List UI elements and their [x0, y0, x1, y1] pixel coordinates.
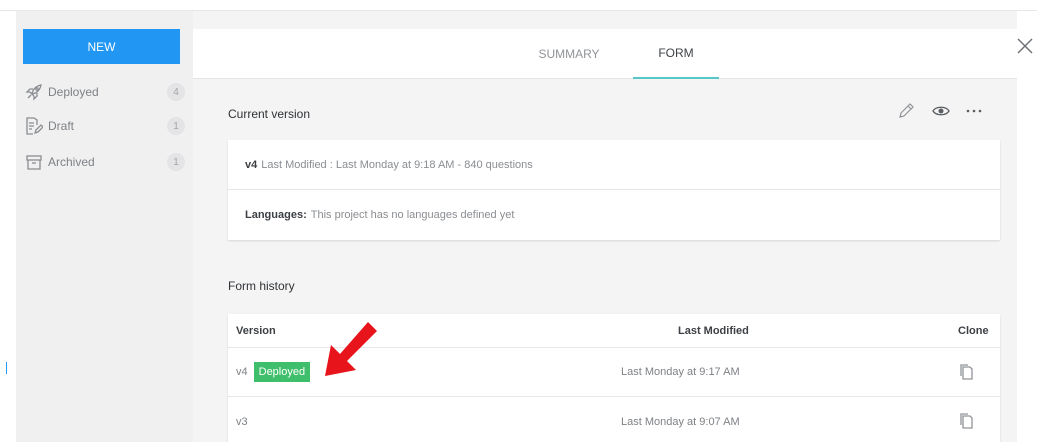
- version-label: v4: [245, 158, 258, 171]
- draft-icon: [26, 117, 43, 135]
- row-last-modified: Last Monday at 9:17 AM: [621, 366, 740, 378]
- count-badge: 1: [167, 117, 185, 135]
- close-icon[interactable]: [1016, 37, 1034, 55]
- sidebar-item-archived[interactable]: Archived 1: [25, 151, 185, 173]
- main-panel: SUMMARY FORM Current version v4 Last Mod…: [193, 11, 1017, 442]
- version-cell: v4 Deployed: [236, 348, 311, 396]
- languages-row: Languages: This project has no languages…: [228, 190, 1000, 240]
- tab-summary[interactable]: SUMMARY: [531, 29, 607, 79]
- more-options-icon[interactable]: [964, 101, 984, 121]
- sidebar-item-label: Draft: [48, 119, 75, 133]
- count-badge: 1: [167, 153, 185, 171]
- red-arrow-annotation: [325, 322, 377, 376]
- row-last-modified: Last Monday at 9:07 AM: [621, 415, 740, 428]
- version-info-row: v4 Last Modified : Last Monday at 9:18 A…: [228, 140, 1000, 190]
- sidebar-item-deployed[interactable]: Deployed 4: [25, 81, 185, 103]
- clone-icon[interactable]: [959, 363, 975, 381]
- new-button[interactable]: NEW: [23, 29, 180, 64]
- rocket-icon: [25, 84, 42, 101]
- preview-eye-icon[interactable]: [931, 101, 951, 121]
- sidebar: NEW Deployed 4 Draft 1 Archived 1: [16, 11, 193, 442]
- scroll-marker: [6, 362, 7, 374]
- current-version-card: v4 Last Modified : Last Monday at 9:18 A…: [228, 140, 1000, 240]
- column-version: Version: [236, 324, 276, 337]
- edit-icon[interactable]: [896, 101, 916, 121]
- sidebar-item-label: Deployed: [48, 85, 99, 99]
- column-last-modified: Last Modified: [678, 324, 749, 337]
- deployed-badge: Deployed: [253, 362, 311, 382]
- column-clone: Clone: [958, 324, 989, 337]
- current-version-title: Current version: [228, 107, 311, 121]
- form-history-title: Form history: [228, 279, 295, 293]
- clone-icon[interactable]: [959, 412, 975, 430]
- table-row: v3 Last Monday at 9:07 AM: [228, 397, 1000, 442]
- count-badge: 4: [167, 83, 185, 101]
- archive-icon: [26, 155, 42, 170]
- sidebar-item-draft[interactable]: Draft 1: [25, 115, 185, 137]
- languages-label: Languages:: [245, 209, 307, 221]
- row-version: v3: [236, 415, 248, 428]
- row-version: v4: [236, 366, 248, 378]
- tab-form[interactable]: FORM: [633, 29, 719, 79]
- tab-bar: SUMMARY FORM: [193, 29, 1017, 79]
- version-meta: Last Modified : Last Monday at 9:18 AM -…: [261, 158, 533, 171]
- languages-value: This project has no languages defined ye…: [310, 209, 515, 221]
- sidebar-item-label: Archived: [48, 155, 95, 169]
